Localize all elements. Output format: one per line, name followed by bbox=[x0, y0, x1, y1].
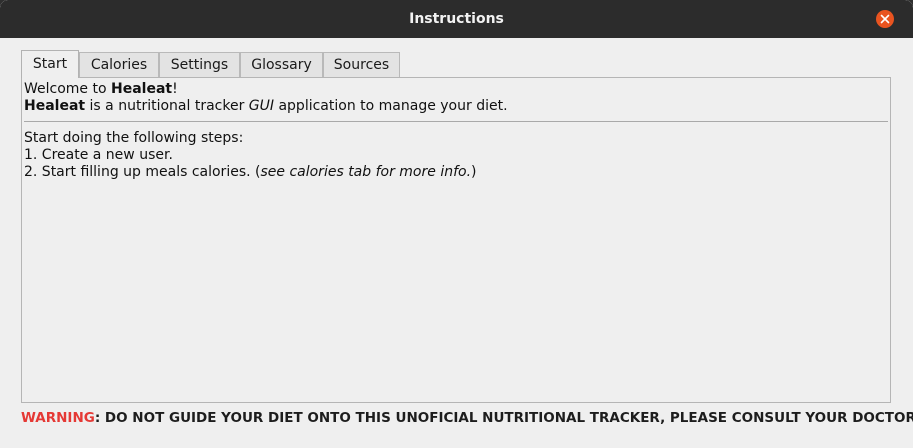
tab-calories[interactable]: Calories bbox=[79, 52, 159, 77]
tab-glossary[interactable]: Glossary bbox=[240, 52, 323, 77]
tab-start[interactable]: Start bbox=[21, 50, 79, 78]
description-suffix: application to manage your diet. bbox=[274, 98, 508, 114]
app-name: Healeat bbox=[24, 98, 86, 114]
welcome-text-box[interactable]: Welcome to Healeat! Healeat is a nutriti… bbox=[24, 80, 888, 122]
gui-term: GUI bbox=[248, 98, 275, 114]
step-2: 2. Start filling up meals calories. (see… bbox=[24, 164, 477, 180]
steps-intro: Start doing the following steps: bbox=[24, 130, 244, 146]
welcome-line: Welcome to Healeat! bbox=[24, 81, 178, 97]
tab-sources[interactable]: Sources bbox=[323, 52, 400, 77]
window-title: Instructions bbox=[409, 11, 504, 27]
instructions-window: Instructions Start Calories Settings Glo… bbox=[0, 0, 913, 448]
steps-text-box[interactable]: Start doing the following steps: 1. Crea… bbox=[24, 124, 888, 400]
app-name: Healeat bbox=[111, 81, 173, 97]
step-2-suffix: ) bbox=[471, 164, 477, 180]
close-button[interactable] bbox=[876, 10, 894, 28]
warning-footer: WARNING: DO NOT GUIDE YOUR DIET ONTO THI… bbox=[21, 410, 913, 426]
description-line: Healeat is a nutritional tracker GUI app… bbox=[24, 98, 508, 114]
title-bar[interactable]: Instructions bbox=[0, 0, 913, 38]
welcome-prefix: Welcome to bbox=[24, 81, 111, 97]
step-2-hint: see calories tab for more info. bbox=[260, 164, 472, 180]
description-text: is a nutritional tracker bbox=[85, 98, 249, 114]
warning-label: WARNING bbox=[21, 410, 95, 426]
tab-panel-start: Welcome to Healeat! Healeat is a nutriti… bbox=[21, 77, 891, 403]
welcome-suffix: ! bbox=[172, 81, 178, 97]
warning-text: : DO NOT GUIDE YOUR DIET ONTO THIS UNOFI… bbox=[94, 410, 913, 426]
step-2-text: 2. Start filling up meals calories. ( bbox=[24, 164, 261, 180]
close-icon bbox=[880, 14, 890, 24]
step-1: 1. Create a new user. bbox=[24, 147, 173, 163]
tab-settings[interactable]: Settings bbox=[159, 52, 240, 77]
